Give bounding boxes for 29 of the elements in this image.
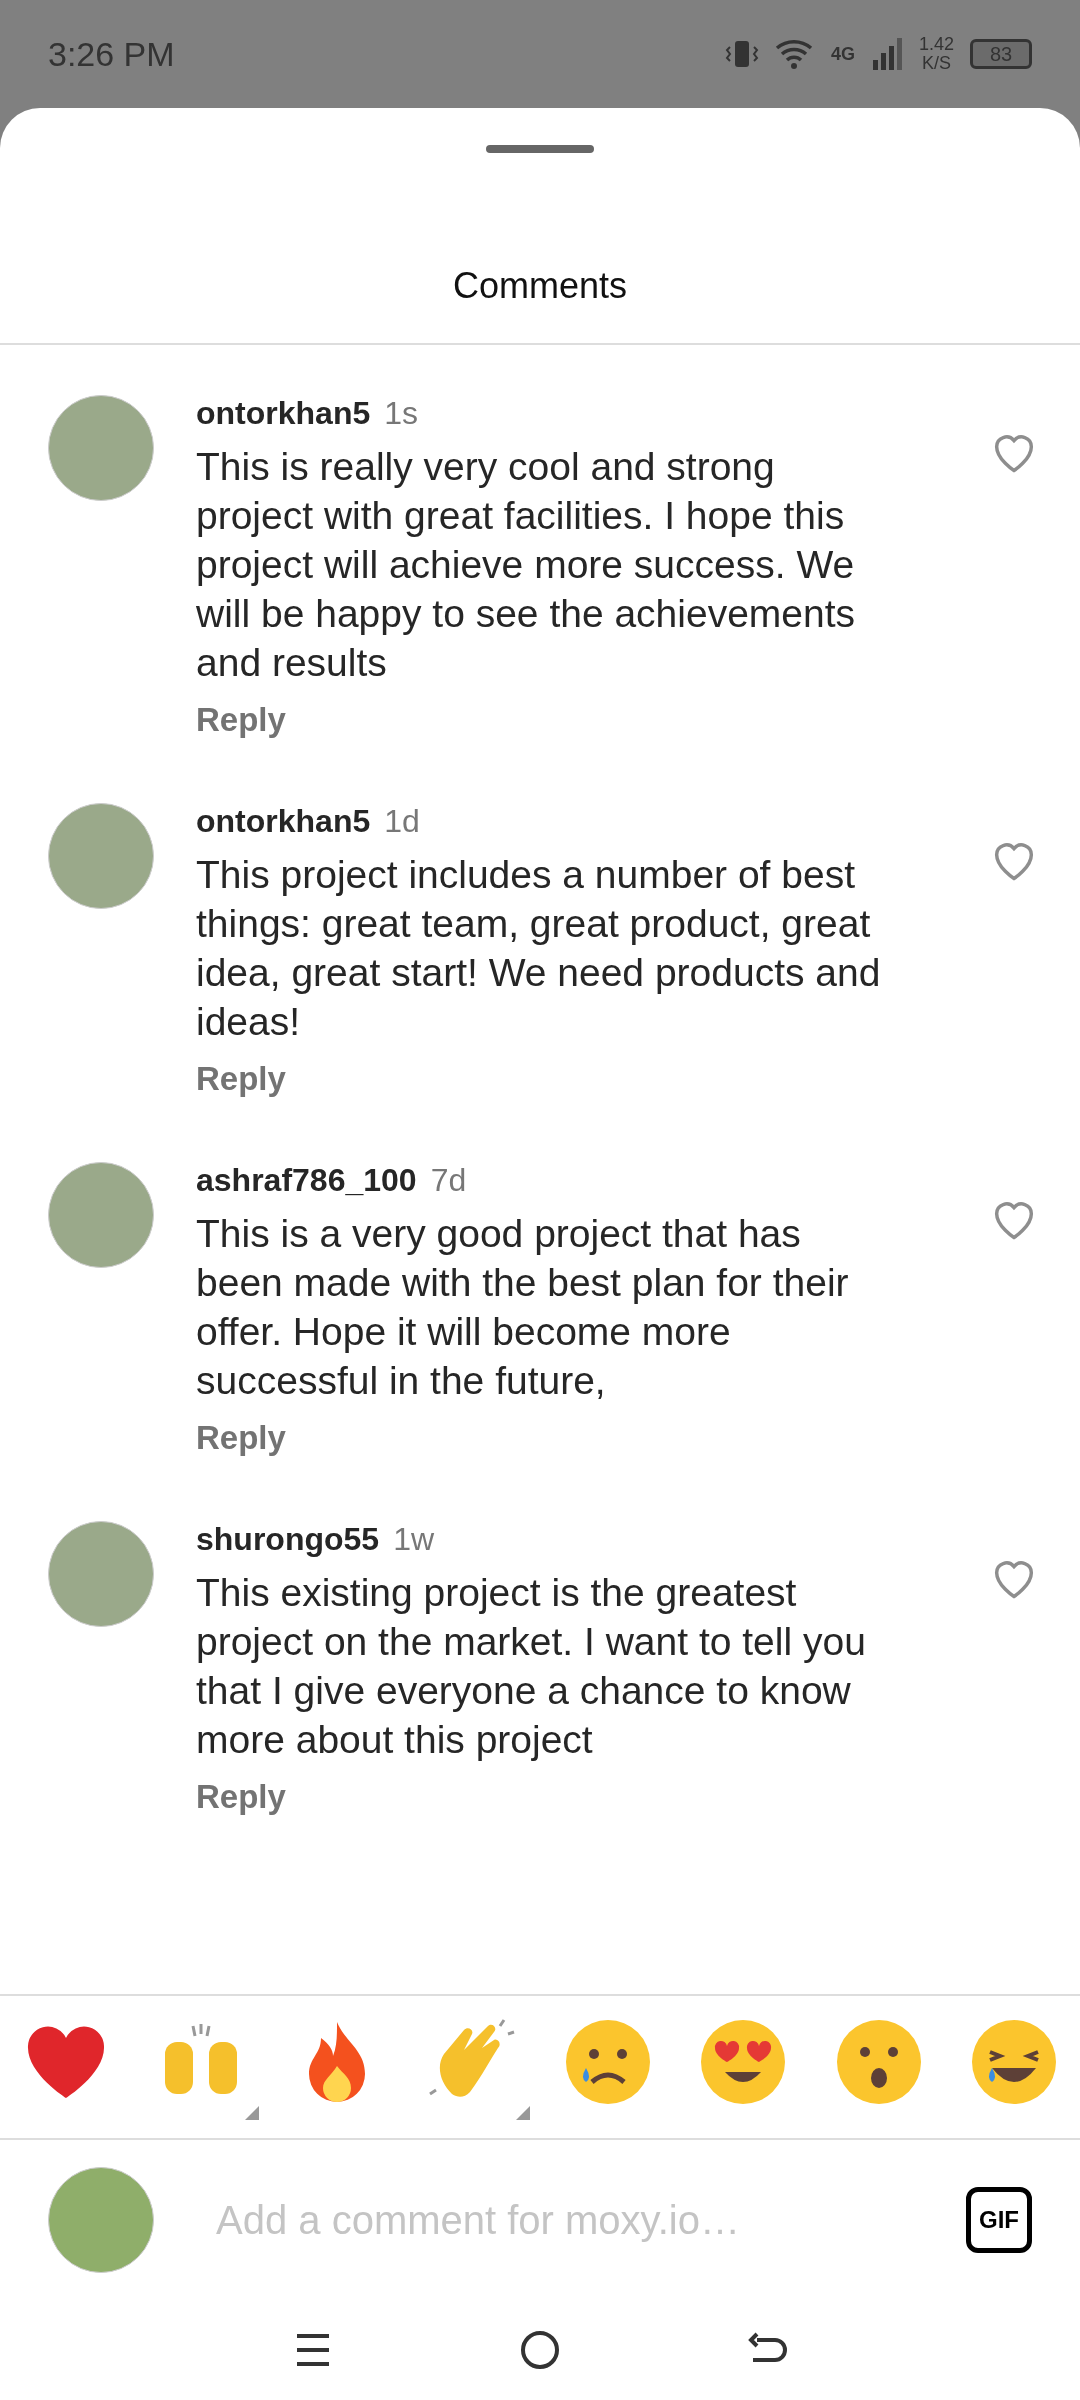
network-type: 4G [830,45,855,63]
comment-username[interactable]: ashraf786_100 [196,1162,417,1199]
sheet-title: Comments [0,265,1080,345]
reply-link[interactable]: Reply [196,701,286,739]
status-time: 3:26 PM [48,34,176,74]
comment-text: This project includes a number of best things: great team, great product, great idea, great start! We need products and ideas! [196,852,882,1045]
comment-age: 1s [384,395,419,432]
network-speed: 1.42 [918,35,954,54]
gif-button[interactable]: GIF [966,2187,1032,2253]
vibrate-icon [724,39,759,69]
reply-link[interactable]: Reply [196,1419,286,1457]
more-variants-icon [516,2106,531,2120]
battery-indicator: 83 [970,39,1032,69]
drag-handle[interactable] [486,145,594,153]
more-variants-icon [245,2106,260,2120]
comment-text: This existing project is the greatest project on the market. I want to tell you that I give everyone a chance to know more about this project [196,1570,867,1763]
comment-age: 1d [384,803,420,840]
comment-age: 7d [430,1162,467,1199]
reply-link[interactable]: Reply [196,1060,286,1098]
reply-link[interactable]: Reply [196,1778,286,1816]
comment-username[interactable]: ontorkhan5 [196,803,371,840]
comment-username[interactable]: shurongo55 [196,1521,380,1558]
signal-icon [870,38,903,70]
comment-age: 1w [393,1521,435,1558]
wifi-icon [774,38,815,70]
comment-username[interactable]: ontorkhan5 [196,395,371,432]
comment-text: This is really very cool and strong project with great facilities. I hope this project will achieve more success. We will be happy to see the achievements and results [196,444,857,686]
comment-text: This is a very good project that has been made with the best plan for their offer. Hope it will become more successful in the future, [196,1211,850,1404]
speed-unit: K/S [921,54,951,73]
